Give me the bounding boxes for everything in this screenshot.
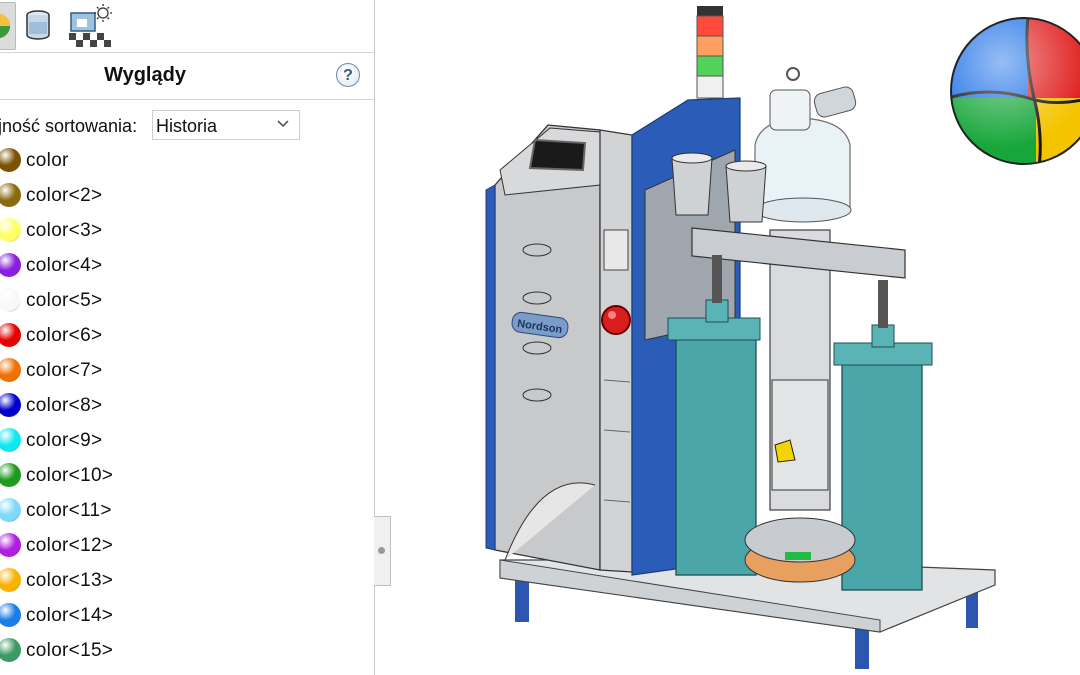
color-swatch-icon: [0, 358, 21, 382]
appearance-label: color<9>: [26, 430, 103, 451]
appearance-list-item[interactable]: color<10>: [0, 458, 374, 493]
grip-dot-icon: [378, 547, 385, 554]
color-swatch-icon: [0, 463, 21, 487]
appearance-label: color<5>: [26, 290, 103, 311]
sort-order-dropdown[interactable]: Historia: [152, 110, 300, 140]
color-swatch-icon: [0, 533, 21, 557]
panel-collapse-handle[interactable]: [374, 516, 391, 586]
appearance-list-item[interactable]: color<4>: [0, 248, 374, 283]
appearance-list-item[interactable]: color<8>: [0, 388, 374, 423]
appearances-panel: Wyglądy ? jność sortowania: Historia col…: [0, 0, 375, 675]
page-title: Wyglądy: [104, 64, 186, 86]
color-swatch-icon: [0, 568, 21, 592]
lighting-scene-icon: [69, 4, 112, 47]
panel-header: Wyglądy: [0, 53, 374, 100]
machine-model: Nordson: [485, 6, 996, 669]
appearance-list-item[interactable]: color: [0, 143, 374, 178]
chevron-down-icon: [277, 120, 289, 128]
appearance-list-item[interactable]: color<11>: [0, 493, 374, 528]
appearance-label: color<12>: [26, 535, 114, 556]
color-swatch-icon: [0, 498, 21, 522]
sort-order-label: jność sortowania:: [0, 116, 138, 136]
color-swatch-icon: [0, 288, 21, 312]
sort-row: jność sortowania: Historia: [0, 110, 374, 142]
appearance-label: color<2>: [26, 185, 103, 206]
color-swatch-icon: [0, 218, 21, 242]
color-swatch-icon: [0, 603, 21, 627]
appearance-label: color<3>: [26, 220, 103, 241]
color-swatch-icon: [0, 638, 21, 662]
color-swatch-icon: [0, 183, 21, 207]
appearance-label: color<6>: [26, 325, 103, 346]
appearance-label: color<8>: [26, 395, 103, 416]
scenes-icon: [26, 10, 50, 40]
color-swatch-icon: [0, 148, 21, 172]
help-icon[interactable]: ?: [336, 63, 360, 87]
color-swatch-icon: [0, 393, 21, 417]
scenes-tab-button[interactable]: [20, 2, 56, 48]
panel-toolbar: [0, 0, 374, 53]
color-swatch-icon: [0, 323, 21, 347]
color-swatch-icon: [0, 253, 21, 277]
appearance-label: color<14>: [26, 605, 114, 626]
color-swatch-icon: [0, 428, 21, 452]
appearance-list-item[interactable]: color<13>: [0, 563, 374, 598]
appearances-tab-button[interactable]: [0, 2, 16, 50]
lighting-tab-button[interactable]: [66, 2, 114, 48]
appearance-list-item[interactable]: color<3>: [0, 213, 374, 248]
appearance-list-item[interactable]: color<5>: [0, 283, 374, 318]
appearance-list-item[interactable]: color<6>: [0, 318, 374, 353]
appearance-list-item[interactable]: color<2>: [0, 178, 374, 213]
appearance-label: color<13>: [26, 570, 114, 591]
appearance-list-item[interactable]: color<15>: [0, 633, 374, 668]
appearance-list-item[interactable]: color<7>: [0, 353, 374, 388]
appearance-label: color<7>: [26, 360, 103, 381]
appearance-label: color<10>: [26, 465, 114, 486]
appearances-list: color color<2> color<3> color<4> color<5> col…: [0, 143, 374, 668]
appearance-label: color<11>: [26, 500, 112, 521]
appearance-label: color<4>: [26, 255, 103, 276]
appearance-list-item[interactable]: color<9>: [0, 423, 374, 458]
appearance-label: color: [26, 150, 69, 171]
appearance-label: color<15>: [26, 640, 114, 661]
appearance-list-item[interactable]: color<12>: [0, 528, 374, 563]
appearance-sphere-icon: [950, 17, 1080, 165]
appearance-list-item[interactable]: color<14>: [0, 598, 374, 633]
sort-order-value: Historia: [156, 116, 218, 136]
appearances-icon: [0, 14, 10, 38]
